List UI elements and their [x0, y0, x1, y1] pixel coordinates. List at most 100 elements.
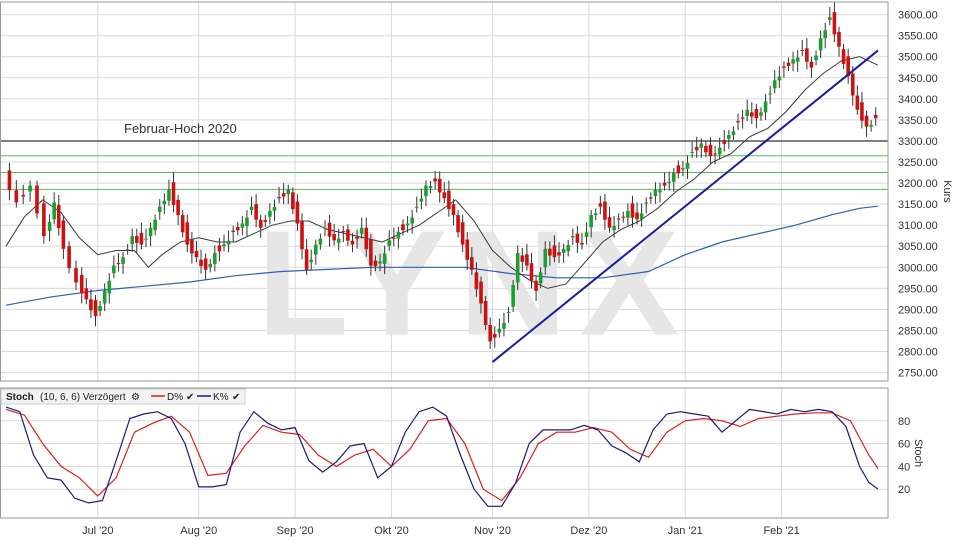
candle-body	[258, 219, 263, 228]
candle-body	[639, 213, 644, 220]
candle-body	[662, 182, 667, 186]
candle-body	[671, 172, 676, 182]
candle-body	[125, 249, 130, 251]
candle-body	[171, 182, 176, 205]
candle-body	[479, 281, 483, 304]
candle-body	[203, 258, 208, 270]
candle-body	[28, 185, 32, 192]
candle-body	[139, 232, 144, 245]
candle-body	[373, 260, 378, 267]
price-tick-label: 3200.00	[898, 178, 938, 190]
stoch-panel-frame	[0, 387, 889, 519]
candle-body	[809, 61, 814, 68]
candle-body	[323, 227, 327, 229]
stochastic-panel: 20406080StochStoch (10, 6, 6) Verzögert ⚙ D…	[0, 387, 924, 519]
candle-body	[254, 204, 258, 220]
candle-body	[14, 190, 19, 203]
candle-body	[635, 212, 639, 220]
candle-body	[226, 240, 231, 245]
price-tick-label: 2800.00	[898, 347, 938, 359]
candle-body	[185, 222, 190, 245]
candle-body	[708, 144, 713, 157]
stoch-tick-label: 80	[898, 416, 910, 428]
candle-body	[722, 140, 727, 144]
stoch-axis-title: Stoch	[912, 439, 924, 467]
candle-body	[740, 117, 745, 119]
candle-body	[167, 189, 171, 201]
price-tick-label: 2750.00	[898, 368, 938, 380]
stoch-tick-label: 20	[898, 484, 910, 496]
candle-body	[144, 238, 148, 240]
candle-body	[520, 255, 525, 262]
candle-body	[548, 248, 552, 256]
candle-body	[346, 229, 350, 241]
candle-body	[869, 124, 873, 127]
stoch-tick-label: 40	[898, 461, 910, 473]
candle-body	[534, 280, 538, 291]
candle-body	[818, 38, 823, 51]
candle-body	[272, 207, 277, 211]
candle-body	[456, 215, 460, 233]
candle-body	[786, 62, 791, 67]
candle-body	[561, 248, 566, 253]
candle-body	[685, 162, 690, 169]
price-tick-label: 3400.00	[898, 94, 938, 106]
x-tick-label: Okt '20	[374, 525, 409, 537]
candle-body	[291, 192, 295, 210]
candle-body	[313, 244, 318, 255]
legend-settings-icon: ⚙	[131, 392, 140, 403]
candle-body	[772, 80, 777, 89]
candle-body	[483, 300, 488, 325]
candle-body	[121, 257, 125, 264]
candle-body	[217, 245, 222, 252]
candle-body	[768, 93, 772, 95]
candle-body	[249, 206, 254, 211]
candle-body	[176, 199, 180, 216]
candle-body	[649, 197, 653, 199]
candle-body	[860, 102, 864, 121]
candle-body	[7, 170, 12, 191]
candle-body	[598, 203, 603, 207]
price-tick-label: 3250.00	[898, 157, 938, 169]
candle-body	[492, 333, 497, 338]
candle-body	[304, 249, 309, 270]
candle-body	[359, 227, 364, 234]
candle-body	[589, 215, 593, 228]
candle-body	[667, 181, 671, 184]
candle-body	[626, 210, 630, 218]
candle-body	[309, 259, 313, 263]
candle-body	[557, 252, 561, 256]
candle-body	[47, 221, 52, 232]
candle-body	[35, 185, 39, 214]
candle-body	[800, 50, 805, 52]
stoch-k-line	[5, 406, 879, 507]
legend-title: Stoch	[6, 392, 34, 403]
price-tick-label: 3300.00	[898, 136, 938, 148]
candle-body	[162, 200, 167, 205]
candle-body	[754, 108, 759, 119]
candle-body	[42, 203, 46, 237]
candle-body	[74, 268, 78, 283]
candle-body	[731, 131, 736, 136]
candle-body	[607, 217, 612, 228]
candle-body	[502, 322, 506, 329]
candle-body	[644, 202, 649, 204]
candle-body	[369, 239, 373, 266]
candle-body	[332, 234, 336, 241]
candle-body	[488, 324, 492, 342]
candle-body	[515, 252, 520, 283]
candle-body	[704, 146, 708, 153]
candle-body	[341, 231, 346, 233]
candle-body	[653, 189, 658, 197]
legend-params: (10, 6, 6) Verzögert	[40, 392, 126, 403]
candle-body	[676, 165, 681, 174]
candle-body	[749, 112, 754, 117]
price-tick-label: 3350.00	[898, 115, 938, 127]
candle-body	[116, 263, 121, 265]
candle-body	[424, 185, 428, 197]
candle-body	[745, 109, 749, 117]
candle-body	[694, 146, 699, 151]
candle-body	[419, 198, 424, 202]
candle-body	[194, 250, 199, 258]
candle-body	[382, 253, 387, 264]
